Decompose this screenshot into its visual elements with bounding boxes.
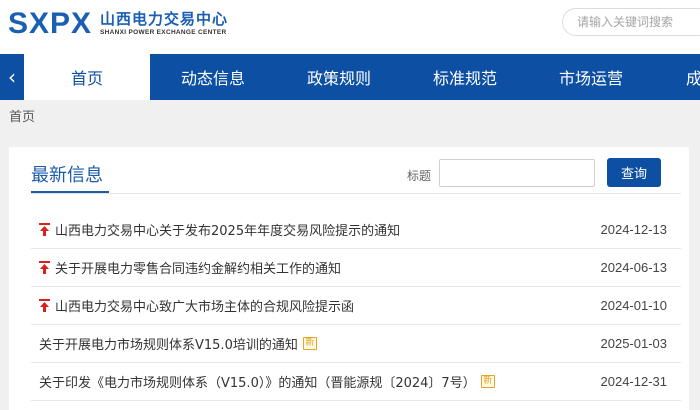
pin-top-icon (39, 222, 50, 236)
filter-label: 标题 (407, 169, 432, 183)
list-item[interactable]: 关于印发《电力市场规则体系（V15.0）》的通知（晋能源规〔2024〕7号） 新… (31, 363, 681, 401)
new-badge: 新 (302, 337, 317, 350)
news-list: 山西电力交易中心关于发布2025年年度交易风险提示的通知 2024-12-13 … (31, 211, 681, 401)
list-item-date: 2025-01-03 (600, 336, 668, 351)
list-item[interactable]: 山西电力交易中心致广大市场主体的合规风险提示函 2024-01-10 (31, 287, 681, 325)
pin-top-icon (39, 298, 50, 312)
list-item-date: 2024-12-13 (600, 222, 668, 237)
list-item[interactable]: 山西电力交易中心关于发布2025年年度交易风险提示的通知 2024-12-13 (31, 211, 681, 249)
panel-title-underline (31, 191, 109, 193)
list-item[interactable]: 关于开展电力零售合同违约金解约相关工作的通知 2024-06-13 (31, 249, 681, 287)
logo-english-name: SHANXI POWER EXCHANGE CENTER (100, 29, 227, 36)
nav-item-news[interactable]: 动态信息 (150, 54, 276, 100)
list-item-date: 2024-01-10 (600, 298, 668, 313)
title-filter-input[interactable] (439, 159, 595, 187)
list-item-date: 2024-06-13 (600, 260, 668, 275)
chevron-left-icon[interactable]: ‹ (0, 54, 24, 100)
nav-item-overflow[interactable]: 成 (686, 54, 700, 100)
list-item-title[interactable]: 关于开展电力市场规则体系V15.0培训的通知 (39, 334, 298, 353)
panel-divider (31, 193, 681, 194)
site-header: SXPX 山西电力交易中心 SHANXI POWER EXCHANGE CENT… (0, 0, 700, 54)
list-item-date: 2024-12-31 (600, 374, 668, 389)
logo-mark: SXPX (8, 7, 93, 40)
breadcrumb[interactable]: 首页 (9, 106, 35, 125)
query-button[interactable]: 查询 (607, 158, 661, 187)
list-item-title[interactable]: 关于印发《电力市场规则体系（V15.0）》的通知（晋能源规〔2024〕7号） (39, 372, 476, 391)
nav-item-policy[interactable]: 政策规则 (276, 54, 402, 100)
nav-item-home[interactable]: 首页 (24, 54, 150, 100)
pin-top-icon (39, 260, 50, 274)
search-input[interactable] (562, 8, 700, 36)
nav-item-market[interactable]: 市场运营 (528, 54, 654, 100)
list-item-title[interactable]: 山西电力交易中心关于发布2025年年度交易风险提示的通知 (55, 220, 400, 239)
list-item-title[interactable]: 山西电力交易中心致广大市场主体的合规风险提示函 (55, 296, 354, 315)
nav-item-standards[interactable]: 标准规范 (402, 54, 528, 100)
main-nav: ‹ 首页 动态信息 政策规则 标准规范 市场运营 成 (0, 54, 700, 100)
logo-chinese-name: 山西电力交易中心 (100, 10, 229, 28)
panel-title: 最新信息 (31, 165, 103, 186)
list-item-title[interactable]: 关于开展电力零售合同违约金解约相关工作的通知 (55, 258, 341, 277)
list-item[interactable]: 关于开展电力市场规则体系V15.0培训的通知 新 2025-01-03 (31, 325, 681, 363)
site-logo[interactable]: SXPX 山西电力交易中心 SHANXI POWER EXCHANGE CENT… (8, 4, 228, 44)
logo-text: 山西电力交易中心 SHANXI POWER EXCHANGE CENTER (100, 10, 228, 38)
new-badge: 新 (480, 375, 495, 388)
latest-info-panel: 最新信息 标题 查询 山西电力交易中心关于发布2025年年度交易风险提示的通知 … (9, 147, 689, 410)
